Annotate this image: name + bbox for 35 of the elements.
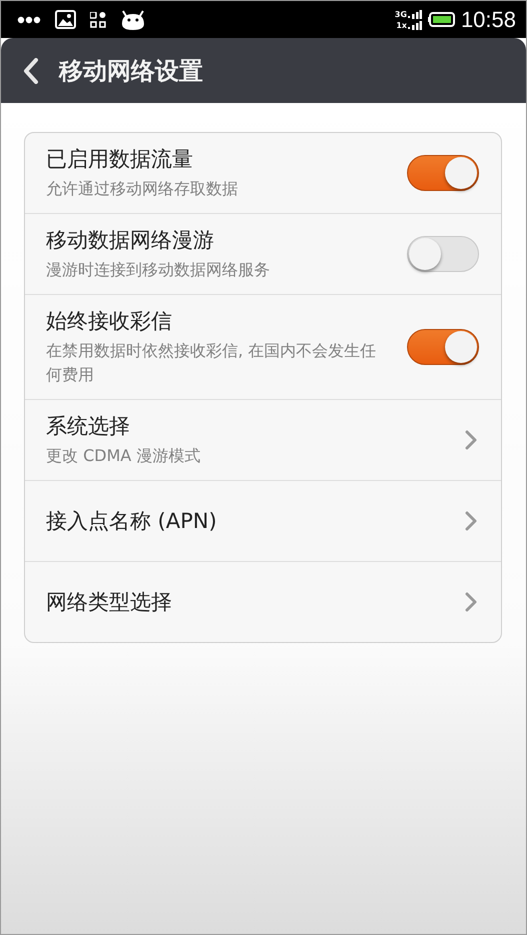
more-icon (17, 16, 41, 24)
chevron-icon (465, 511, 477, 531)
back-icon (23, 58, 39, 84)
setting-title: 已启用数据流量 (46, 146, 194, 173)
settings-row[interactable]: 始终接收彩信 在禁用数据时依然接收彩信, 在国内不会发生任何费用 (25, 294, 501, 399)
setting-title: 移动数据网络漫游 (46, 227, 215, 254)
clock: 10:58 (460, 6, 516, 32)
setting-description: 允许通过移动网络存取数据 (46, 178, 238, 200)
toggle-switch[interactable] (407, 329, 479, 365)
grid-icon (90, 12, 106, 28)
android-icon (120, 10, 146, 30)
battery-icon (428, 12, 455, 27)
image-icon (55, 10, 76, 29)
toggle-switch[interactable] (407, 155, 479, 191)
settings-row[interactable]: 网络类型选择 (25, 561, 501, 642)
network-label: 3G (394, 10, 407, 18)
setting-title: 系统选择 (46, 413, 131, 440)
setting-description: 更改 CDMA 漫游模式 (46, 445, 200, 467)
settings-row[interactable]: 系统选择 更改 CDMA 漫游模式 (25, 399, 501, 480)
screen-title: 移动网络设置 (59, 56, 203, 86)
setting-description: 在禁用数据时依然接收彩信, 在国内不会发生任何费用 (46, 340, 378, 386)
setting-title: 接入点名称 (APN) (46, 508, 217, 535)
settings-row[interactable]: 移动数据网络漫游 漫游时连接到移动数据网络服务 (25, 213, 501, 294)
network-label: 1x (396, 20, 407, 30)
toggle-switch[interactable] (407, 236, 479, 272)
settings-row[interactable]: 接入点名称 (APN) (25, 480, 501, 561)
signal-icon (408, 10, 422, 18)
chevron-icon (465, 430, 477, 450)
setting-title: 始终接收彩信 (46, 308, 173, 335)
setting-title: 网络类型选择 (46, 589, 172, 616)
setting-description: 漫游时连接到移动数据网络服务 (46, 259, 270, 281)
back-button[interactable] (23, 58, 39, 84)
signal-icon (408, 20, 422, 30)
chevron-icon (465, 592, 477, 612)
settings-row[interactable]: 已启用数据流量 允许通过移动网络存取数据 (25, 133, 501, 213)
